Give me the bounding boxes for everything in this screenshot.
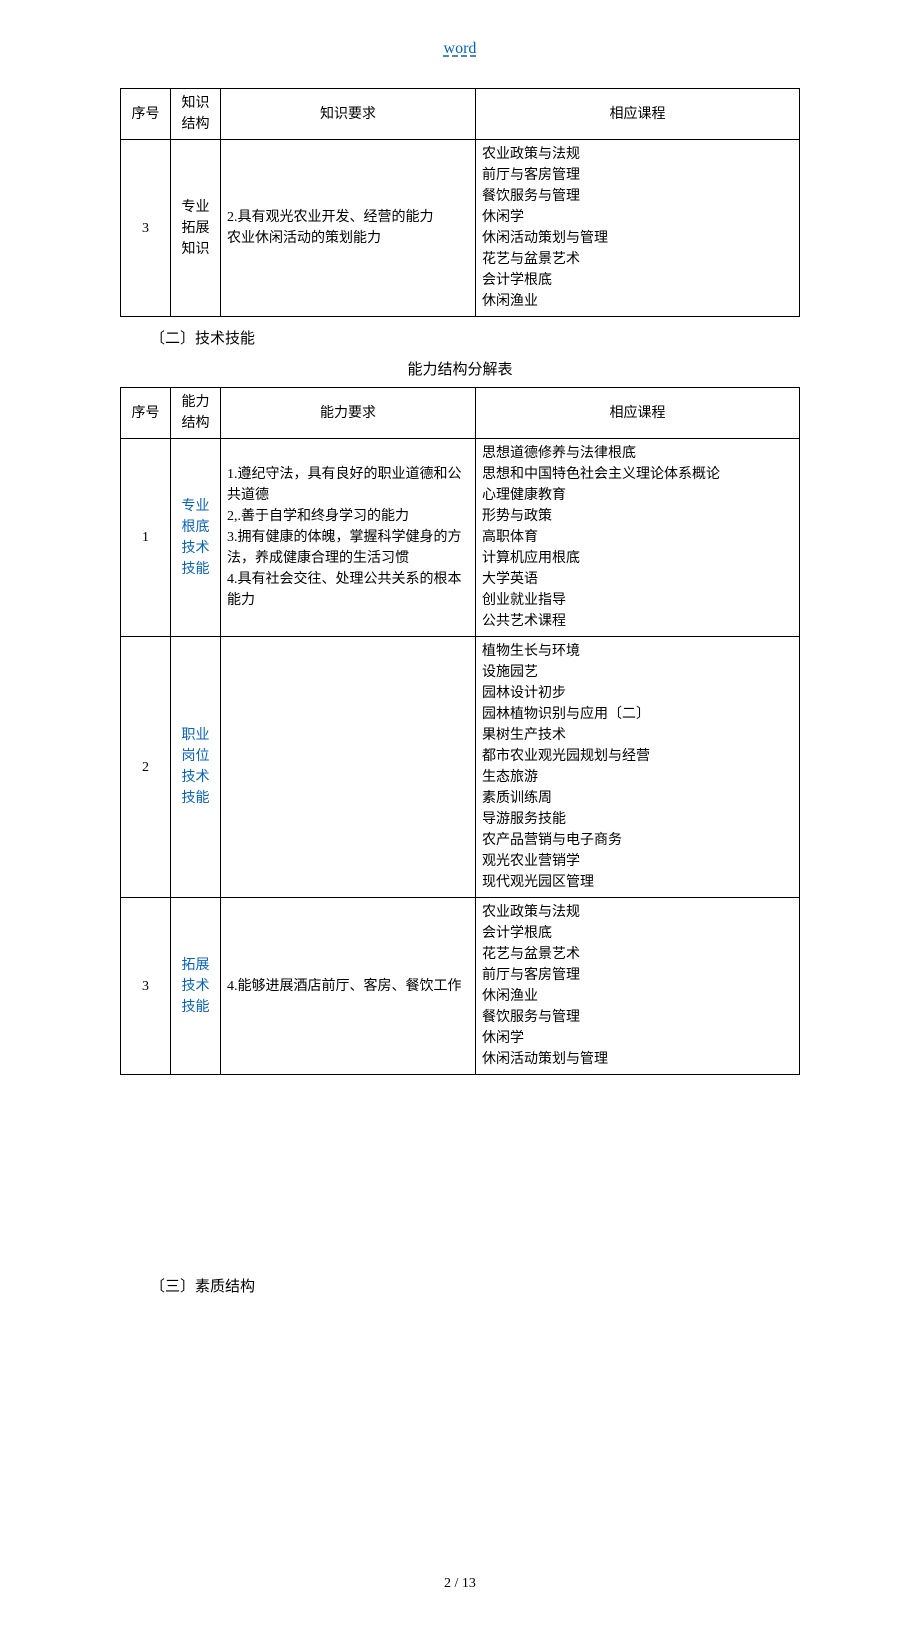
table-row: 1 专业 根底 技术 技能 1.遵纪守法，具有良好的职业道德和公共道德 2,.善… bbox=[121, 439, 800, 637]
page-container: word 序号 知识 结构 知识要求 相应课程 3 专业 拓展 知识 2.具有观… bbox=[120, 40, 800, 1592]
cell-course: 农业政策与法规 前厅与客房管理 餐饮服务与管理 休闲学 休闲活动策划与管理 花艺… bbox=[476, 140, 800, 317]
th-num: 序号 bbox=[121, 89, 171, 140]
knowledge-table: 序号 知识 结构 知识要求 相应课程 3 专业 拓展 知识 2.具有观光农业开发… bbox=[120, 88, 800, 317]
th-num: 序号 bbox=[121, 388, 171, 439]
cell-struct: 专业 拓展 知识 bbox=[171, 140, 221, 317]
cell-num: 1 bbox=[121, 439, 171, 637]
section-2-title: 〔二〕技术技能 bbox=[150, 327, 800, 348]
page-number: 2 / 13 bbox=[120, 1576, 800, 1592]
cell-req bbox=[221, 637, 476, 898]
cell-course: 农业政策与法规 会计学根底 花艺与盆景艺术 前厅与客房管理 休闲渔业 餐饮服务与… bbox=[476, 898, 800, 1075]
table-row: 2 职业 岗位 技术 技能 植物生长与环境 设施园艺 园林设计初步 园林植物识别… bbox=[121, 637, 800, 898]
table-2-caption: 能力结构分解表 bbox=[120, 358, 800, 379]
th-struct: 知识 结构 bbox=[171, 89, 221, 140]
th-struct: 能力 结构 bbox=[171, 388, 221, 439]
th-course: 相应课程 bbox=[476, 89, 800, 140]
ability-table: 序号 能力 结构 能力要求 相应课程 1 专业 根底 技术 技能 1.遵纪守法，… bbox=[120, 387, 800, 1075]
cell-req: 2.具有观光农业开发、经营的能力 农业休闲活动的策划能力 bbox=[221, 140, 476, 317]
table-header-row: 序号 知识 结构 知识要求 相应课程 bbox=[121, 89, 800, 140]
th-req: 能力要求 bbox=[221, 388, 476, 439]
th-course: 相应课程 bbox=[476, 388, 800, 439]
cell-req: 4.能够进展酒店前厅、客房、餐饮工作 bbox=[221, 898, 476, 1075]
th-req: 知识要求 bbox=[221, 89, 476, 140]
table-header-row: 序号 能力 结构 能力要求 相应课程 bbox=[121, 388, 800, 439]
cell-num: 3 bbox=[121, 140, 171, 317]
word-link[interactable]: word bbox=[444, 40, 477, 57]
cell-num: 3 bbox=[121, 898, 171, 1075]
cell-struct: 专业 根底 技术 技能 bbox=[171, 439, 221, 637]
header-word: word bbox=[120, 40, 800, 58]
cell-course: 植物生长与环境 设施园艺 园林设计初步 园林植物识别与应用〔二〕 果树生产技术 … bbox=[476, 637, 800, 898]
table-row: 3 专业 拓展 知识 2.具有观光农业开发、经营的能力 农业休闲活动的策划能力 … bbox=[121, 140, 800, 317]
cell-course: 思想道德修养与法律根底 思想和中国特色社会主义理论体系概论 心理健康教育 形势与… bbox=[476, 439, 800, 637]
cell-struct: 职业 岗位 技术 技能 bbox=[171, 637, 221, 898]
table-row: 3 拓展 技术 技能 4.能够进展酒店前厅、客房、餐饮工作 农业政策与法规 会计… bbox=[121, 898, 800, 1075]
cell-num: 2 bbox=[121, 637, 171, 898]
section-3-title: 〔三〕素质结构 bbox=[150, 1275, 800, 1296]
cell-req: 1.遵纪守法，具有良好的职业道德和公共道德 2,.善于自学和终身学习的能力 3.… bbox=[221, 439, 476, 637]
cell-struct: 拓展 技术 技能 bbox=[171, 898, 221, 1075]
